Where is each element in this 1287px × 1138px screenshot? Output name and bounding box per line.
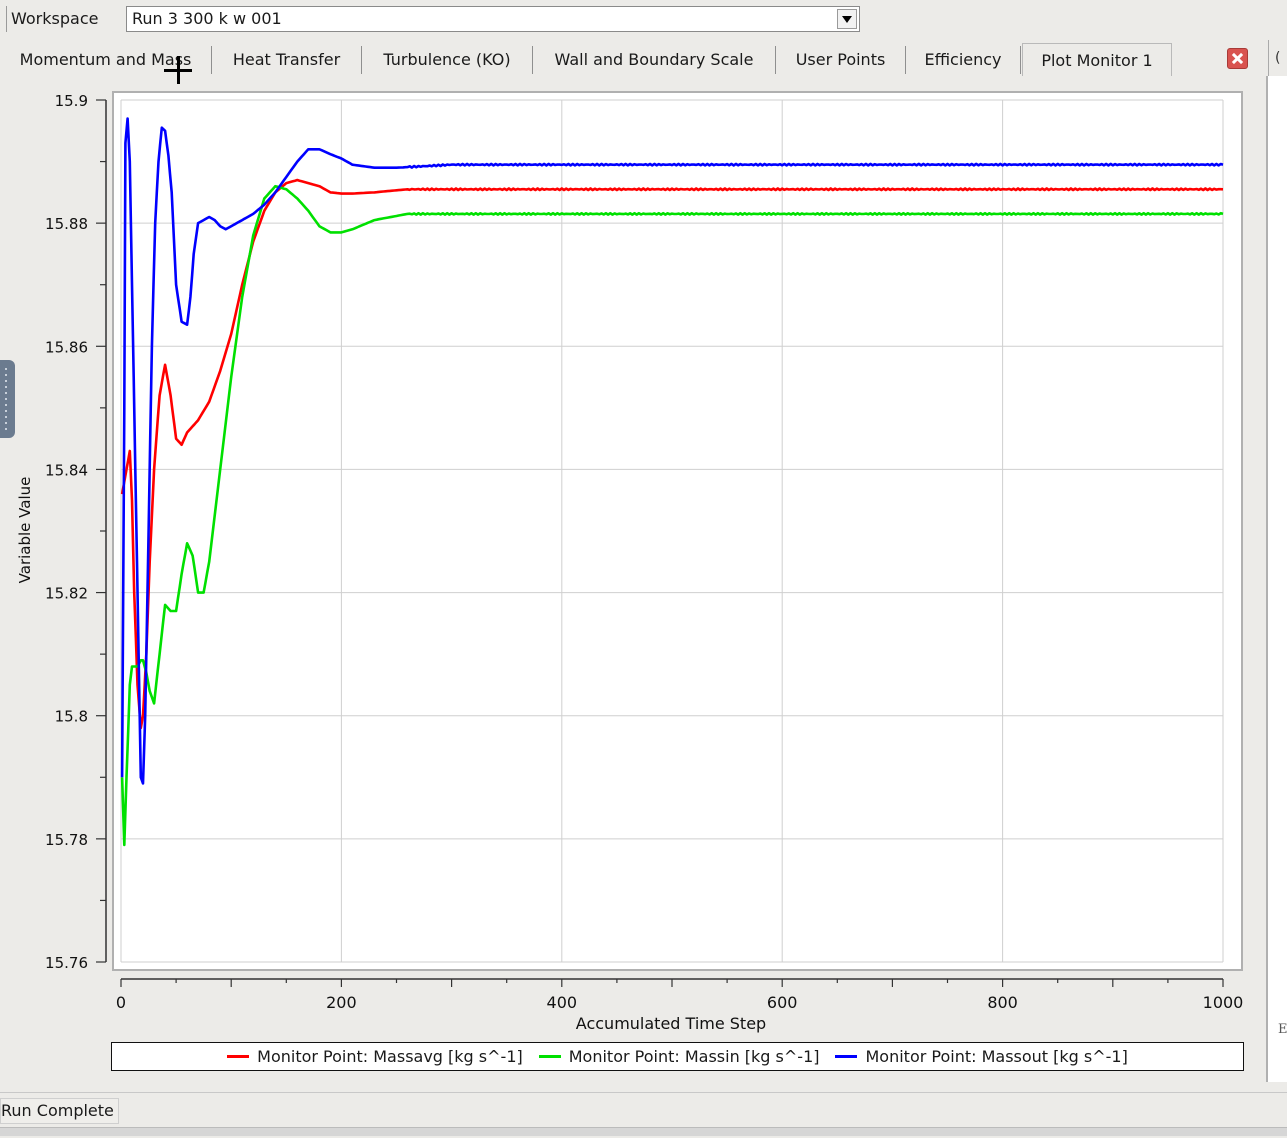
tab-label: Wall and Boundary Scale bbox=[554, 50, 754, 69]
y-tick-label: 15.8 bbox=[55, 708, 88, 726]
tab-label: Turbulence (KO) bbox=[383, 50, 511, 69]
tab-user-points[interactable]: User Points bbox=[776, 46, 906, 74]
legend-swatch-massin bbox=[538, 1055, 561, 1058]
legend-swatch-massavg bbox=[227, 1055, 250, 1058]
workspace-toolbar: Workspace Run 3 300 k w 001 bbox=[0, 0, 1287, 40]
x-tick-label: 1000 bbox=[1203, 993, 1244, 1012]
x-tick-label: 0 bbox=[116, 993, 126, 1012]
tab-label: Plot Monitor 1 bbox=[1041, 51, 1153, 70]
legend-label-massin: Monitor Point: Massin [kg s^-1] bbox=[568, 1047, 820, 1066]
x-tick-label: 600 bbox=[767, 993, 798, 1012]
tab-label: Efficiency bbox=[924, 50, 1002, 69]
x-tick-label: 200 bbox=[326, 993, 357, 1012]
chevron-down-icon[interactable] bbox=[837, 9, 857, 29]
tab-heat-transfer[interactable]: Heat Transfer bbox=[212, 46, 362, 74]
workspace-run-value: Run 3 300 k w 001 bbox=[132, 9, 282, 28]
y-tick-label: 15.76 bbox=[45, 954, 88, 972]
y-tick-label: 15.9 bbox=[55, 92, 88, 110]
y-tick-label: 15.86 bbox=[45, 338, 88, 356]
tab-efficiency[interactable]: Efficiency bbox=[906, 46, 1021, 74]
chart-legend: Monitor Point: Massavg [kg s^-1] Monitor… bbox=[111, 1042, 1244, 1071]
legend-item-massavg: Monitor Point: Massavg [kg s^-1] bbox=[227, 1047, 523, 1066]
tab-turbulence-ko[interactable]: Turbulence (KO) bbox=[362, 46, 533, 74]
x-tick-label: 800 bbox=[987, 993, 1018, 1012]
y-tick-label: 15.82 bbox=[45, 585, 88, 603]
y-axis-label: Variable Value bbox=[16, 477, 34, 584]
horizontal-scrollbar[interactable] bbox=[0, 1127, 1287, 1136]
tab-label: User Points bbox=[795, 50, 886, 69]
x-tick-label: 400 bbox=[547, 993, 578, 1012]
legend-label-massout: Monitor Point: Massout [kg s^-1] bbox=[865, 1047, 1128, 1066]
plot-area-background bbox=[112, 91, 1243, 971]
legend-item-massin: Monitor Point: Massin [kg s^-1] bbox=[538, 1047, 820, 1066]
right-panel-label: E bbox=[1278, 1022, 1287, 1037]
crosshair-cursor-icon bbox=[164, 56, 192, 84]
tab-plot-monitor-1[interactable]: Plot Monitor 1 bbox=[1022, 43, 1172, 76]
plot-monitor-chart: 15.76 15.78 15.8 15.82 15.84 15.86 15.88 15.9 0 2… bbox=[16, 91, 1244, 1033]
x-axis-label: Accumulated Time Step bbox=[576, 1014, 766, 1033]
tab-overflow-label[interactable]: ( bbox=[1268, 40, 1287, 76]
legend-label-massavg: Monitor Point: Massavg [kg s^-1] bbox=[257, 1047, 523, 1066]
workspace-label: Workspace bbox=[6, 6, 98, 32]
right-side-panel[interactable]: E bbox=[1266, 76, 1287, 1082]
monitor-tab-bar: Momentum and Mass Heat Transfer Turbulen… bbox=[0, 43, 1287, 76]
status-bar: Run Complete bbox=[0, 1092, 1287, 1138]
y-tick-label: 15.84 bbox=[45, 461, 88, 479]
legend-item-massout: Monitor Point: Massout [kg s^-1] bbox=[835, 1047, 1128, 1066]
close-icon[interactable] bbox=[1227, 48, 1248, 69]
tab-label: Heat Transfer bbox=[232, 50, 341, 69]
plot-monitor-area: 15.76 15.78 15.8 15.82 15.84 15.86 15.88 15.9 0 2… bbox=[0, 76, 1262, 1082]
tab-wall-and-boundary-scale[interactable]: Wall and Boundary Scale bbox=[533, 46, 776, 74]
legend-swatch-massout bbox=[835, 1055, 858, 1058]
status-text: Run Complete bbox=[0, 1098, 119, 1124]
workspace-run-dropdown[interactable]: Run 3 300 k w 001 bbox=[126, 6, 860, 32]
y-tick-label: 15.78 bbox=[45, 831, 88, 849]
y-tick-label: 15.88 bbox=[45, 215, 88, 233]
